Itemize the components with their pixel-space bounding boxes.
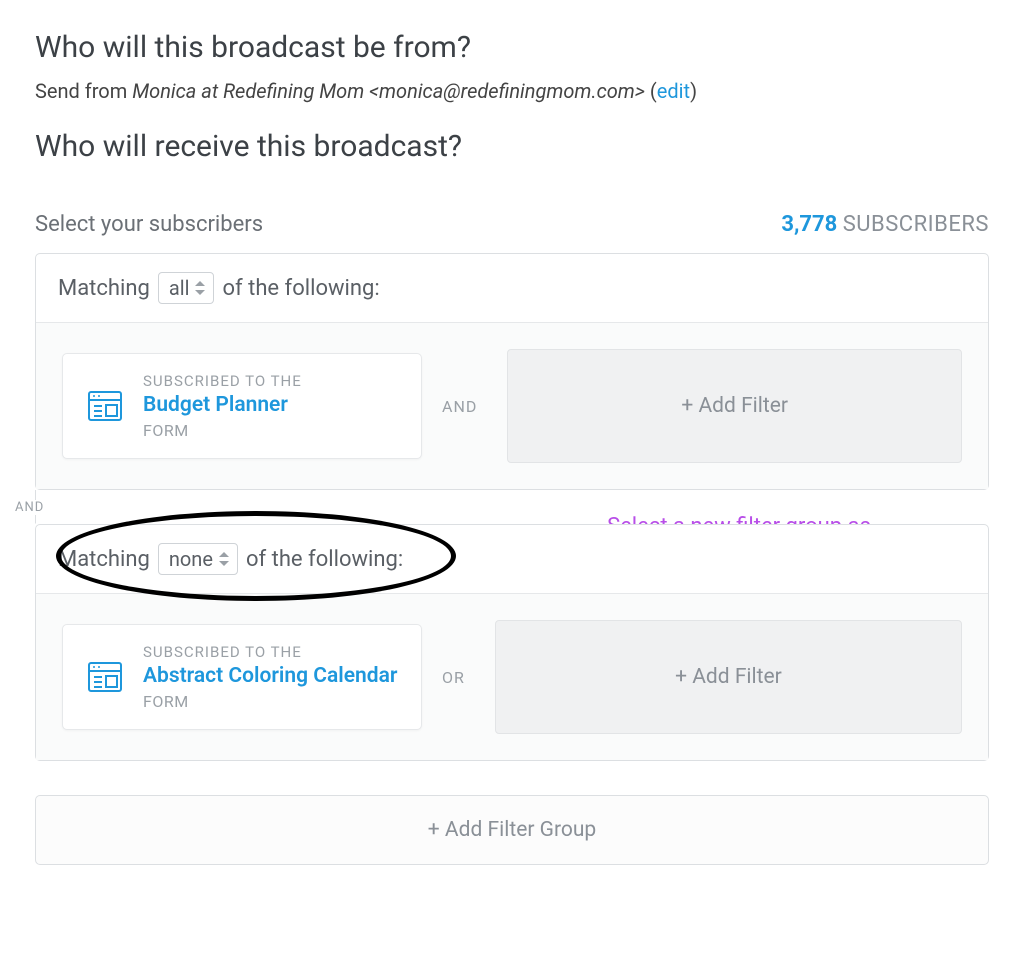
- heading-from: Who will this broadcast be from?: [35, 30, 989, 65]
- send-from-line: Send from Monica at Redefining Mom <moni…: [35, 79, 989, 103]
- add-filter-button[interactable]: + Add Filter: [495, 620, 962, 734]
- sort-icon: [219, 552, 229, 566]
- group-header: Matching none of the following:: [36, 525, 988, 594]
- conjunction-label: OR: [442, 668, 465, 687]
- form-icon: [85, 386, 125, 426]
- subscriber-suffix: SUBSCRIBERS: [843, 212, 989, 237]
- filter-card[interactable]: SUBSCRIBED TO THE Abstract Coloring Cale…: [62, 624, 422, 729]
- group-body: SUBSCRIBED TO THE Abstract Coloring Cale…: [36, 594, 988, 760]
- matching-suffix: of the following:: [222, 276, 379, 301]
- group-header: Matching all of the following:: [36, 254, 988, 323]
- send-from-identity: Monica at Redefining Mom <monica@redefin…: [132, 79, 645, 103]
- matching-suffix: of the following:: [246, 547, 403, 572]
- add-filter-button[interactable]: + Add Filter: [507, 349, 962, 463]
- filter-text: SUBSCRIBED TO THE Budget Planner FORM: [143, 372, 302, 439]
- filter-title: Budget Planner: [143, 392, 302, 418]
- filter-text: SUBSCRIBED TO THE Abstract Coloring Cale…: [143, 643, 397, 710]
- subscriber-count: 3,778: [781, 212, 837, 237]
- subscriber-bar: Select your subscribers 3,778 SUBSCRIBER…: [35, 212, 989, 237]
- filter-eyebrow: SUBSCRIBED TO THE: [143, 643, 397, 661]
- sort-icon: [195, 281, 205, 295]
- heading-receive: Who will receive this broadcast?: [35, 129, 989, 164]
- select-subscribers-label: Select your subscribers: [35, 212, 263, 237]
- group-body: SUBSCRIBED TO THE Budget Planner FORM AN…: [36, 323, 988, 489]
- match-select[interactable]: all: [158, 272, 215, 304]
- match-value: none: [169, 547, 213, 571]
- send-from-prefix: Send from: [35, 79, 132, 103]
- filter-title: Abstract Coloring Calendar: [143, 663, 397, 689]
- match-select[interactable]: none: [158, 543, 238, 575]
- add-filter-group-button[interactable]: + Add Filter Group: [35, 795, 989, 865]
- conjunction-label: AND: [442, 397, 477, 416]
- matching-prefix: Matching: [58, 547, 150, 572]
- matching-prefix: Matching: [58, 276, 150, 301]
- filter-group: Matching all of the following:: [35, 253, 989, 490]
- filter-sub: FORM: [143, 421, 302, 440]
- subscriber-count-wrap: 3,778 SUBSCRIBERS: [781, 212, 989, 237]
- group-connector: AND: [35, 490, 989, 524]
- edit-link[interactable]: edit: [657, 79, 690, 103]
- send-from-close-paren: ): [690, 79, 697, 103]
- filter-group: Matching none of the following:: [35, 524, 989, 761]
- connector-label: AND: [15, 500, 44, 515]
- match-value: all: [169, 276, 190, 300]
- filter-card[interactable]: SUBSCRIBED TO THE Budget Planner FORM: [62, 353, 422, 458]
- filter-sub: FORM: [143, 692, 397, 711]
- form-icon: [85, 657, 125, 697]
- filter-eyebrow: SUBSCRIBED TO THE: [143, 372, 302, 390]
- send-from-open-paren: (: [645, 79, 657, 103]
